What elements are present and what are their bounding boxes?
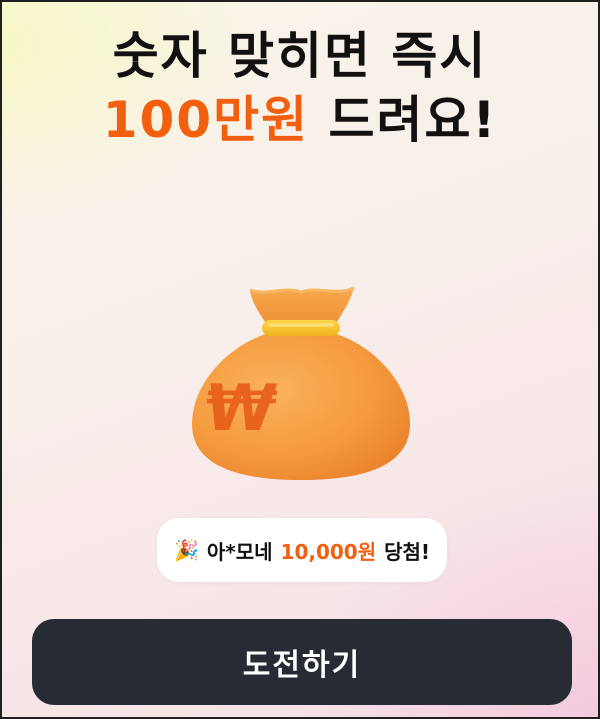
winner-suffix: 당첨! bbox=[384, 539, 431, 564]
headline: 숫자 맞히면 즉시 100만원 드려요! bbox=[2, 24, 598, 152]
won-symbol: ₩ bbox=[200, 371, 281, 446]
challenge-button[interactable]: 도전하기 bbox=[32, 619, 572, 705]
headline-line-2: 100만원 드려요! bbox=[2, 88, 598, 152]
winner-notice: 🎉 아*모네 10,000원 당첨! bbox=[157, 518, 447, 582]
headline-line-1: 숫자 맞히면 즉시 bbox=[112, 27, 488, 85]
headline-prize-amount: 100만원 bbox=[102, 91, 310, 149]
winner-amount: 10,000원 bbox=[280, 539, 377, 564]
promo-screen: 숫자 맞히면 즉시 100만원 드려요! ₩ 🎉 아*모네 10,000원 당첨… bbox=[0, 0, 600, 719]
headline-line-2-rest: 드려요! bbox=[309, 91, 498, 149]
money-bag-icon: ₩ bbox=[192, 286, 410, 480]
party-popper-icon: 🎉 bbox=[173, 538, 199, 562]
winner-name: 아*모네 bbox=[206, 539, 273, 564]
